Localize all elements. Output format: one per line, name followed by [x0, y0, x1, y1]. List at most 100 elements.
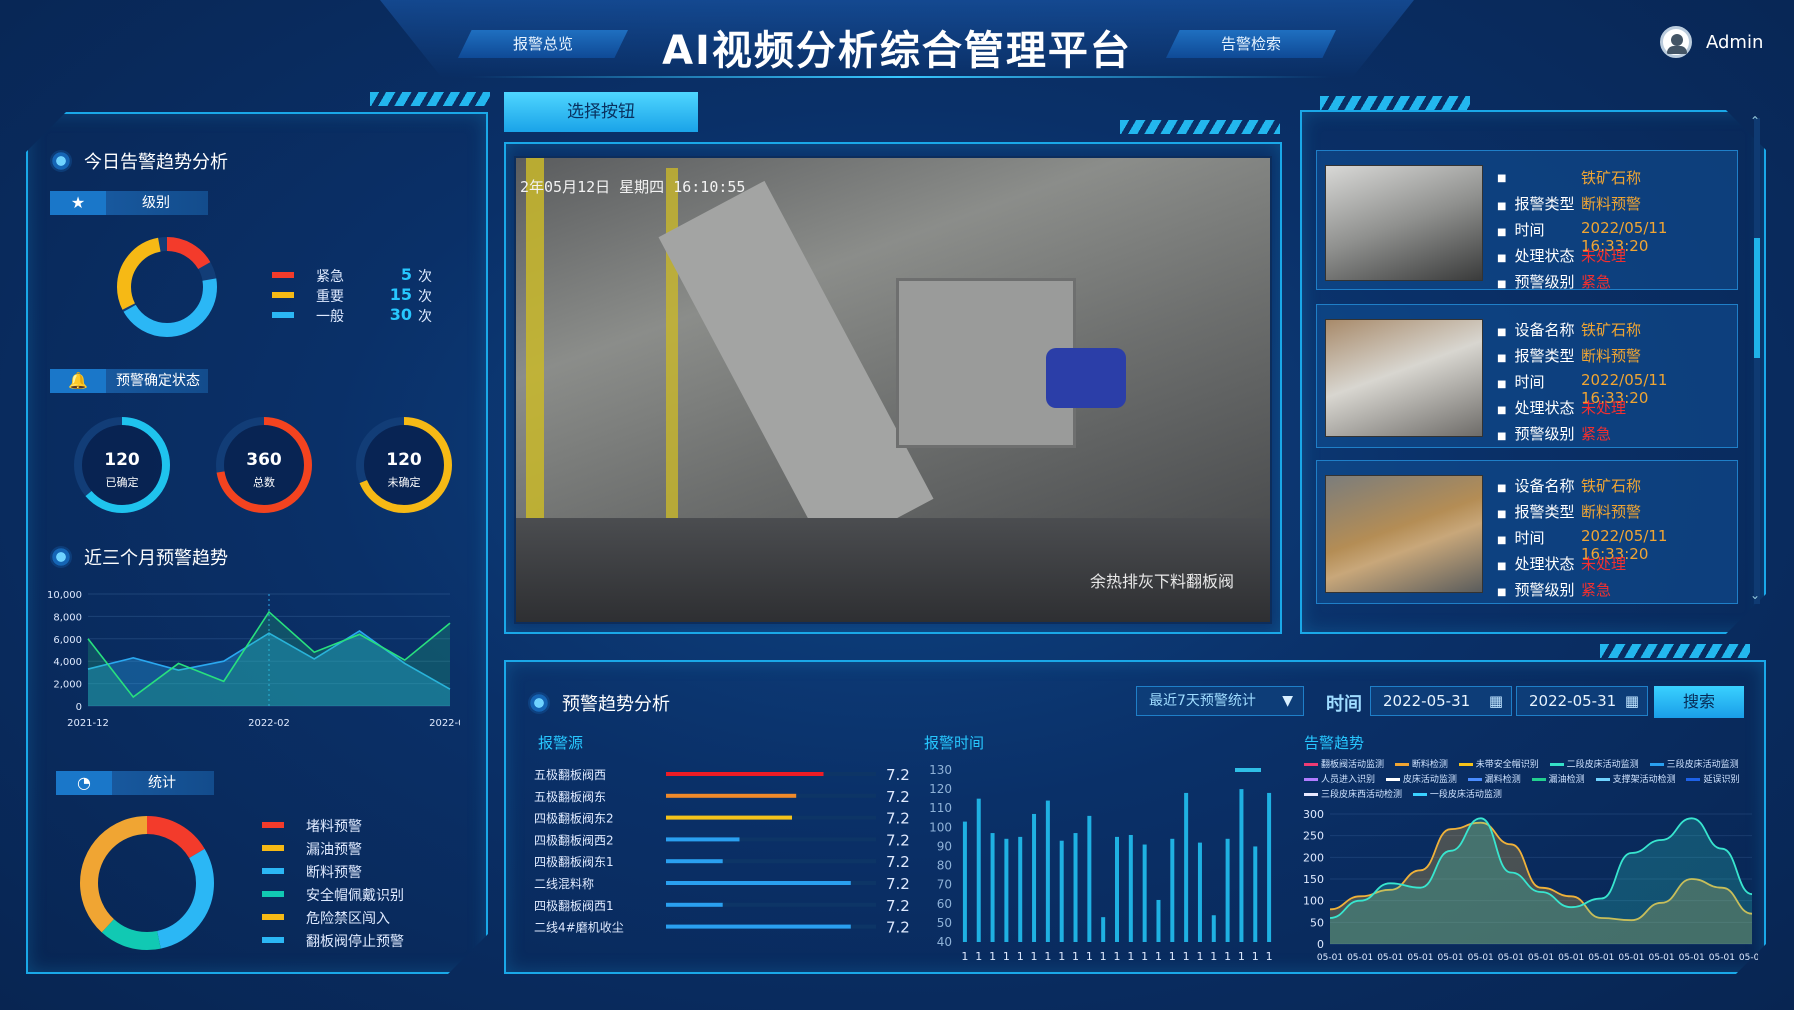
- field-label: 报警类型: [1514, 347, 1575, 365]
- video-left-rail: [526, 158, 544, 578]
- source-bar: [666, 859, 723, 864]
- source-bar: [666, 793, 797, 798]
- x-tick-label: 1: [1114, 950, 1121, 963]
- x-tick-label: 1: [1003, 950, 1010, 963]
- alarm-card-0[interactable]: ■ 铁矿石称 ■ 报警类型 断料预警 ■ 时间 2022/05/11 16:33:2…: [1316, 150, 1738, 291]
- level-name: 一般: [316, 309, 344, 325]
- alarm-field-row: ■ 处理状态: [1497, 245, 1574, 266]
- three-month-chart: 10,000 8,000 6,000 4,000 2,000 0 2021-12 2022-0…: [47, 590, 460, 729]
- source-value-label: 7.2: [886, 875, 910, 893]
- level-name: 紧急: [316, 269, 344, 285]
- alarm-field-row: ■ 报警类型: [1497, 345, 1574, 366]
- level-donut: [117, 237, 217, 337]
- time-bar: [1225, 838, 1230, 942]
- alarm-field-row: ■ 时间: [1497, 219, 1544, 240]
- time-bar: [1197, 842, 1202, 942]
- user-name[interactable]: Admin: [1706, 32, 1763, 53]
- page-title: AI视频分析综合管理平台: [662, 28, 1132, 74]
- x-tick-label: 1: [1086, 950, 1093, 963]
- source-bar: [666, 881, 851, 885]
- x-tick-label: 1: [961, 950, 968, 963]
- y-tick-label: 6,000: [53, 635, 82, 646]
- alarm-card-1[interactable]: ■ 设备名称 铁矿石称 ■ 报警类型 断料预警 ■ 时间 2022/05/11 16:…: [1316, 304, 1738, 448]
- video-timestamp: 2年05月12日 星期四 16:10:55: [520, 178, 746, 196]
- y-tick-label: 110: [929, 801, 952, 815]
- alarm-thumb: [1325, 475, 1483, 593]
- bullet-icon: ■: [1497, 587, 1507, 598]
- bullet-icon: ■: [1497, 227, 1507, 238]
- avatar-icon[interactable]: [1660, 26, 1692, 58]
- y-tick-label: 0: [1317, 938, 1324, 951]
- level-swatch: [272, 292, 294, 298]
- video-motor: [1046, 348, 1126, 408]
- source-value-label: 7.2: [886, 897, 910, 915]
- y-tick-label: 120: [929, 782, 952, 796]
- bullet-icon: ■: [1497, 201, 1507, 212]
- bullet-icon: ■: [1497, 483, 1507, 494]
- scroll-down-icon[interactable]: ⌄: [1750, 588, 1760, 602]
- time-bar: [1170, 838, 1175, 942]
- x-tick-label: 1: [989, 950, 996, 963]
- trend-legend-item: 支撑架活动检测: [1595, 775, 1676, 785]
- x-tick-label: 1: [1196, 950, 1203, 963]
- field-value: 铁矿石称: [1581, 321, 1642, 339]
- level-count: 30: [389, 305, 412, 324]
- source-value-label: 7.2: [886, 788, 910, 806]
- alarm-field-row: ■ 预警级别: [1497, 579, 1574, 600]
- alarm-field-row: ■ 预警级别: [1497, 423, 1574, 444]
- stat-name: 安全帽佩戴识别: [306, 888, 404, 904]
- alarm-card-2[interactable]: ■ 设备名称 铁矿石称 ■ 报警类型 断料预警 ■ 时间 2022/05/11 16:…: [1316, 460, 1738, 604]
- time-bar: [1018, 836, 1023, 942]
- source-category-label: 四极翻板阀东2: [534, 812, 614, 826]
- x-tick-label: 05-01: [1317, 953, 1343, 963]
- field-label: 报警类型: [1514, 503, 1575, 521]
- alarm-thumb: [1325, 165, 1483, 281]
- stat-name: 漏油预警: [306, 842, 362, 858]
- source-value-label: 7.2: [886, 810, 910, 828]
- range-dropdown[interactable]: 最近7天预警统计 ▼: [1136, 686, 1304, 716]
- stat-name: 堵料预警: [306, 819, 362, 835]
- x-tick-label: 1: [1155, 950, 1162, 963]
- time-title: 报警时间: [924, 734, 985, 752]
- video-feed[interactable]: 2年05月12日 星期四 16:10:55 余热排灰下料翻板阀: [514, 156, 1272, 624]
- alarm-field-row: ■ 时间: [1497, 527, 1544, 548]
- x-tick-label: 1: [1072, 950, 1079, 963]
- x-tick-label: 1: [1183, 950, 1190, 963]
- date-to-input[interactable]: 2022-05-31 ▦: [1516, 686, 1648, 716]
- alarm-trend-chart: 300 250 200 150 100 50 0 05-01 05-01 05-01 05-01 05…: [1303, 808, 1758, 963]
- alarm-list-scrollbar[interactable]: [1754, 118, 1760, 604]
- time-bar: [1156, 899, 1161, 942]
- time-bar: [962, 821, 967, 942]
- time-bar: [1032, 813, 1037, 942]
- date-from-input[interactable]: 2022-05-31 ▦: [1370, 686, 1512, 716]
- time-bar: [1211, 915, 1216, 942]
- y-tick-label: 130: [929, 763, 952, 777]
- alarm-thumb: [1325, 319, 1483, 437]
- source-bar: [666, 772, 824, 776]
- field-label: 处理状态: [1514, 399, 1575, 417]
- nav-alarm-search-button[interactable]: 告警检索: [1166, 30, 1336, 58]
- three-month-title: 近三个月预警趋势: [50, 544, 228, 570]
- alarm-field-row: ■ 设备名称: [1497, 475, 1574, 496]
- y-tick-label: 100: [929, 820, 952, 834]
- trend-legend-item: 未带安全帽识别: [1458, 760, 1539, 770]
- x-tick-label: 1: [1252, 950, 1259, 963]
- field-value: 断料预警: [1581, 347, 1642, 365]
- select-button[interactable]: 选择按钮: [504, 92, 698, 132]
- x-tick-label: 05-01: [1468, 953, 1494, 963]
- y-tick-label: 300: [1303, 808, 1324, 821]
- trend-legend-item: 二段皮床活动监测: [1549, 760, 1639, 770]
- search-button[interactable]: 搜索: [1654, 686, 1744, 718]
- field-value: 紧急: [1581, 425, 1612, 443]
- level-unit: 次: [418, 289, 432, 305]
- y-tick-label: 50: [1310, 916, 1324, 929]
- alarm-field-row: ■: [1497, 167, 1514, 185]
- bullet-icon: ■: [1497, 535, 1507, 546]
- trend-panel-title: 预警趋势分析: [528, 690, 670, 716]
- x-tick-label: 1: [975, 950, 982, 963]
- stat-name: 断料预警: [306, 865, 362, 881]
- scroll-up-icon[interactable]: ⌃: [1750, 114, 1760, 128]
- x-tick-label: 05-01: [1528, 953, 1554, 963]
- field-label: 设备名称: [1514, 477, 1575, 495]
- source-title: 报警源: [538, 734, 584, 752]
